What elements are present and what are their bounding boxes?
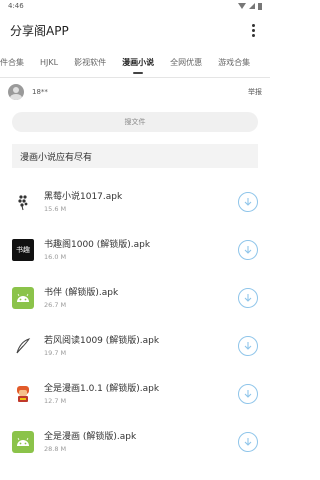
android-icon [12,431,34,453]
download-icon[interactable] [238,240,258,260]
file-size: 19.7 M [44,349,67,357]
file-list: 黑莓小说1017.apk 15.6 M 书趣 书趣阁1000 (解锁版).apk… [0,178,270,466]
download-icon[interactable] [238,192,258,212]
uploader-name: 18** [32,88,48,96]
comic-character-icon [12,383,34,405]
feather-pen-icon [12,335,34,357]
status-icons [238,2,262,10]
folder-description: 漫画小说应有尽有 [12,144,258,168]
download-icon[interactable] [238,384,258,404]
file-size: 15.6 M [44,205,67,213]
list-item[interactable]: 黑莓小说1017.apk 15.6 M [0,178,270,226]
file-name: 黑莓小说1017.apk [44,192,123,202]
file-name: 书伴 (解锁版).apk [44,288,119,298]
list-item[interactable]: 书伴 (解锁版).apk 26.7 M [0,274,270,322]
file-name: 全是漫画 (解锁版).apk [44,432,137,442]
tab-comics-novels[interactable]: 漫画小说 [114,48,162,77]
download-icon[interactable] [238,336,258,356]
app-bar: 分享阁APP [0,12,270,48]
uploader-row: 18** 举报 [0,78,270,106]
signal-icon [249,3,255,9]
more-options-icon[interactable] [246,21,260,39]
file-size: 28.8 M [44,445,67,453]
file-size: 26.7 M [44,301,67,309]
file-size: 16.0 M [44,253,67,261]
list-item[interactable]: 若风阅读1009 (解锁版).apk 19.7 M [0,322,270,370]
tab-games[interactable]: 游戏合集 [210,48,258,77]
file-name: 书趣阁1000 (解锁版).apk [44,240,151,250]
avatar[interactable] [8,84,24,100]
list-item[interactable]: 书趣 书趣阁1000 (解锁版).apk 16.0 M [0,226,270,274]
download-icon[interactable] [238,432,258,452]
tab-video-apps[interactable]: 影视软件 [66,48,114,77]
file-name: 全是漫画1.0.1 (解锁版).apk [44,384,160,394]
file-name: 若风阅读1009 (解锁版).apk [44,336,160,346]
list-item[interactable]: 全是漫画 (解锁版).apk 28.8 M [0,418,270,466]
app-title: 分享阁APP [10,23,69,38]
category-tabs: 软件合集 HJKL 影视软件 漫画小说 全网优惠 游戏合集 [0,48,270,78]
tab-software[interactable]: 软件合集 [0,48,32,77]
tab-deals[interactable]: 全网优惠 [162,48,210,77]
status-time: 4:46 [8,2,24,10]
wifi-icon [238,3,246,9]
status-bar: 4:46 [0,0,270,12]
tab-hjkl[interactable]: HJKL [32,48,66,77]
android-icon [12,287,34,309]
download-icon[interactable] [238,288,258,308]
battery-icon [258,2,262,10]
search-files-button[interactable]: 搜文件 [12,112,258,132]
blackberry-icon [12,191,34,213]
shuquge-icon: 书趣 [12,239,34,261]
file-size: 12.7 M [44,397,67,405]
list-item[interactable]: 全是漫画1.0.1 (解锁版).apk 12.7 M [0,370,270,418]
report-link[interactable]: 举报 [248,87,262,97]
